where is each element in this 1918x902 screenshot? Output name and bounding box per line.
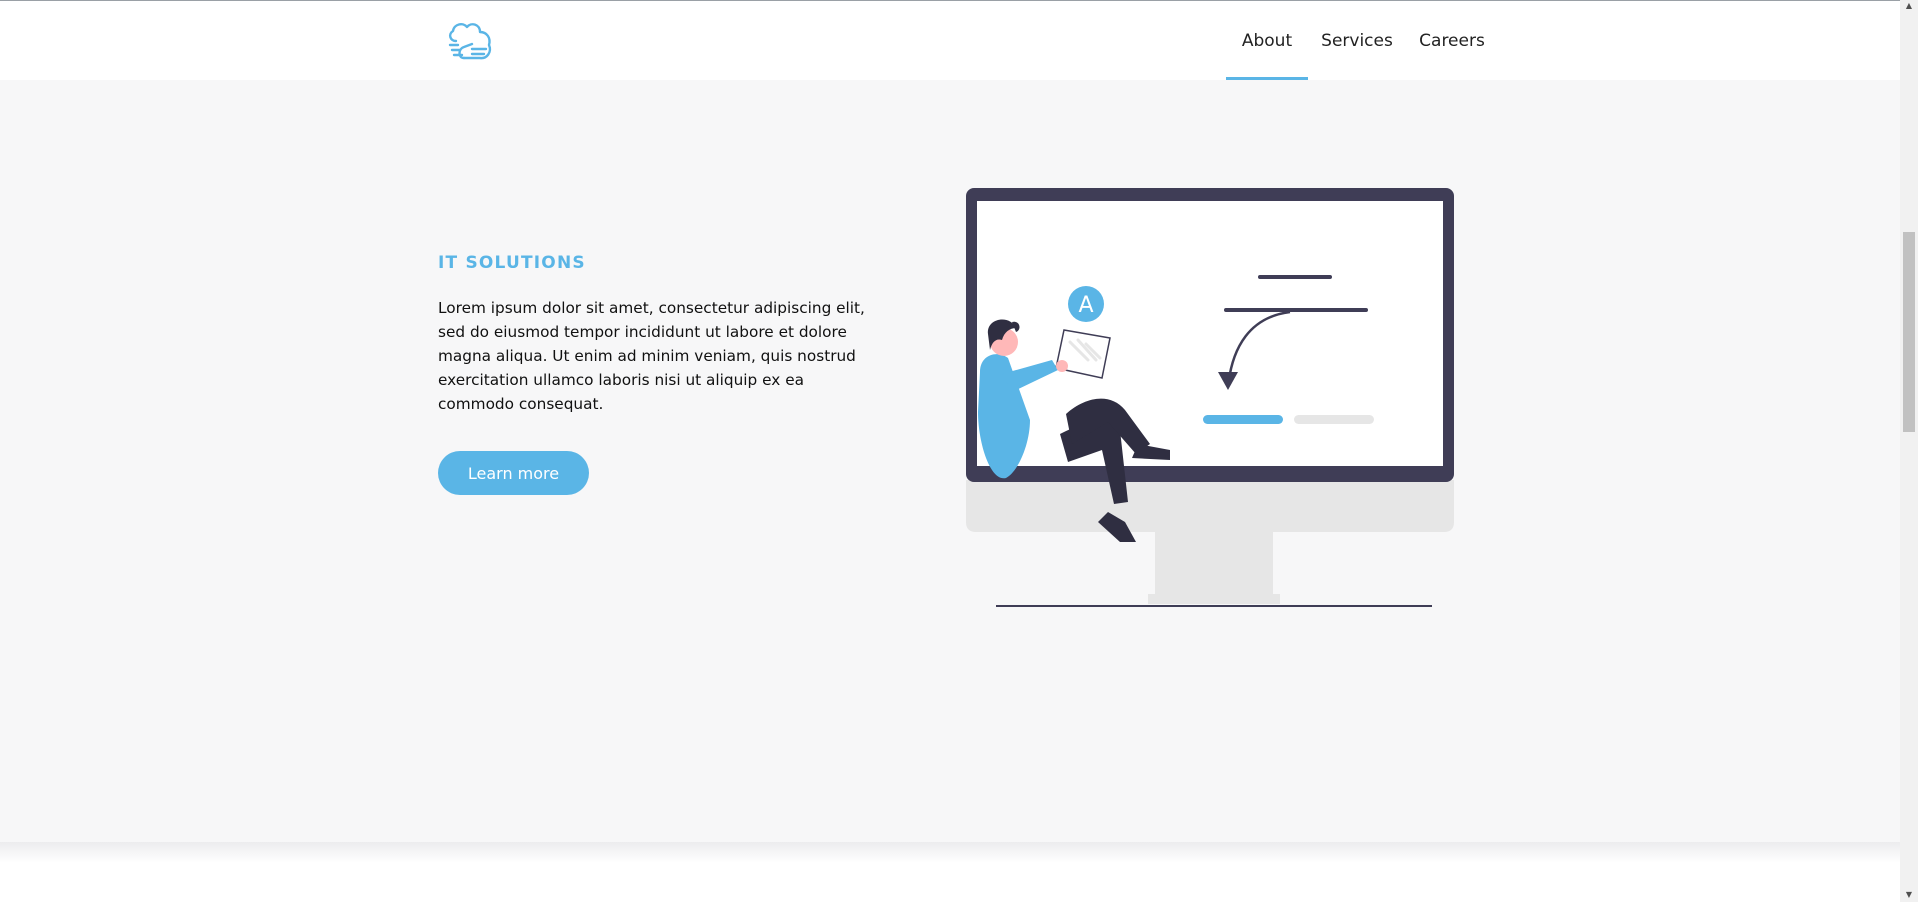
section-eyebrow: IT SOLUTIONS (438, 253, 586, 273)
monitor-illustration: A (966, 188, 1454, 607)
screen-bar-accent (1203, 415, 1283, 424)
monitor-chin (966, 480, 1454, 532)
page-scrollbar-track[interactable] (1900, 0, 1918, 902)
monitor-base (1148, 594, 1280, 604)
cloud-hand-logo-icon[interactable] (444, 19, 496, 65)
scroll-up-arrow-icon[interactable]: ▲ (1903, 1, 1915, 11)
scroll-down-arrow-icon[interactable]: ▼ (1903, 890, 1915, 900)
monitor-screen (977, 201, 1443, 466)
next-section-edge (0, 842, 1900, 902)
monitor-stand (1155, 530, 1273, 594)
nav-services-link[interactable]: Services (1320, 1, 1394, 80)
screen-bar-gray (1294, 415, 1374, 424)
site-header: About Services Careers (0, 1, 1900, 80)
learn-more-button[interactable]: Learn more (438, 451, 589, 495)
page-scrollbar-thumb[interactable] (1903, 232, 1915, 432)
badge-letter: A (1078, 293, 1093, 318)
hero-paragraph: Lorem ipsum dolor sit amet, consectetur … (438, 299, 865, 413)
nav-about-link[interactable]: About (1226, 1, 1308, 80)
hero-section (0, 80, 1900, 842)
nav-careers-link[interactable]: Careers (1418, 1, 1486, 80)
